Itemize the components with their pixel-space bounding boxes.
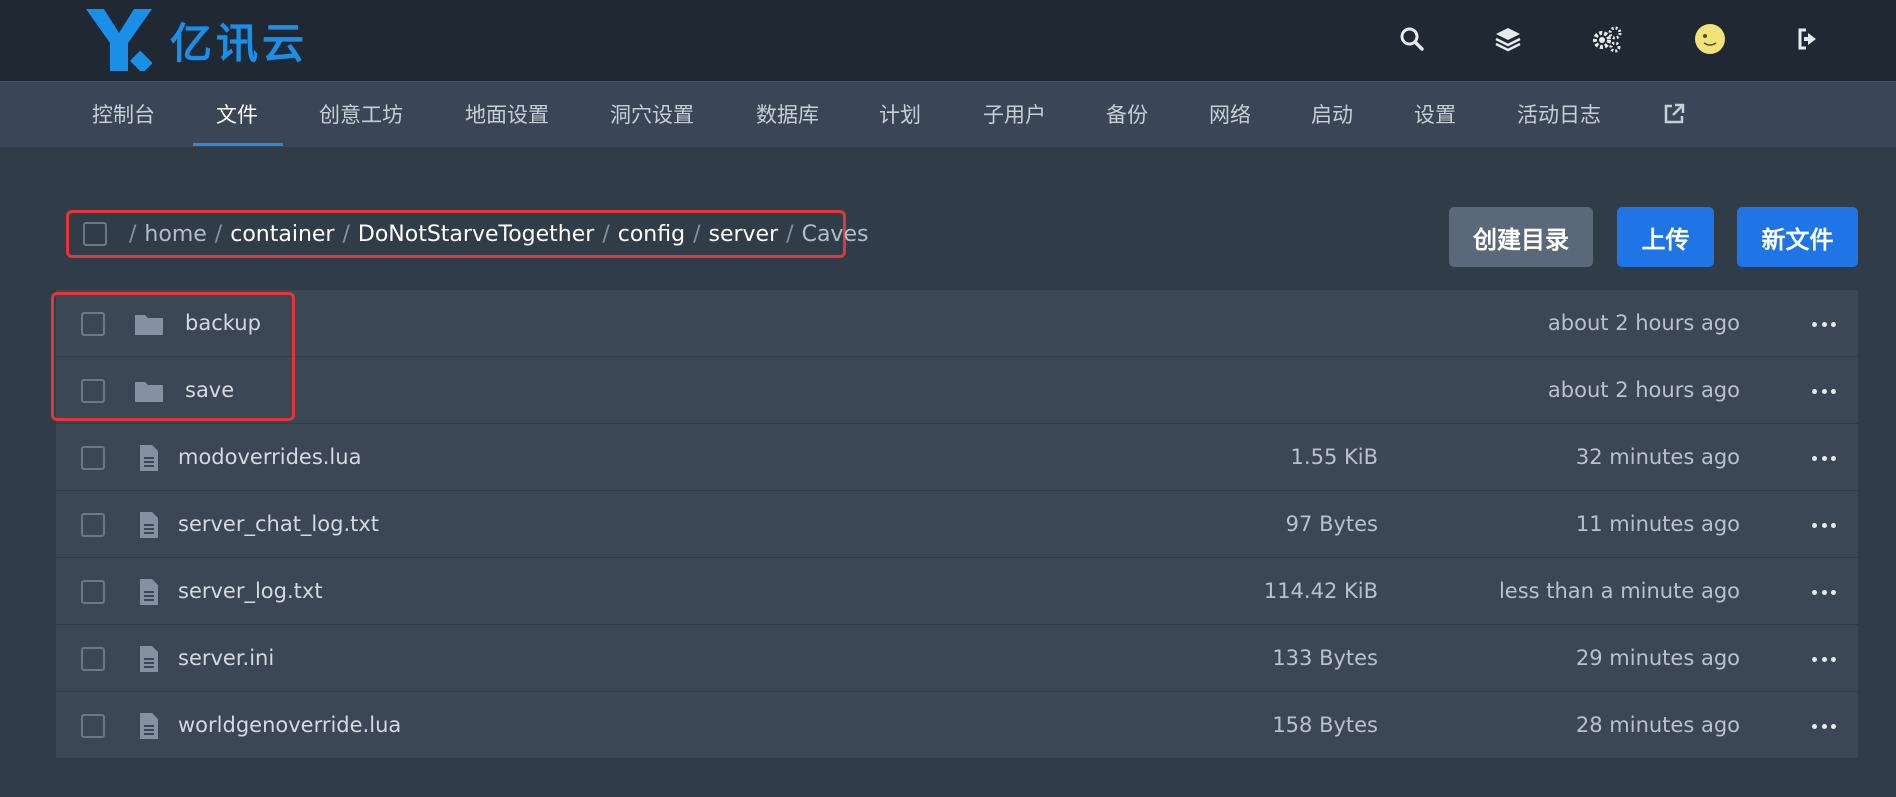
- nav-item-schedule[interactable]: 计划: [879, 82, 921, 148]
- row-checkbox[interactable]: [81, 513, 105, 537]
- nav-item-startup[interactable]: 启动: [1311, 82, 1353, 148]
- more-options-icon[interactable]: [1812, 381, 1836, 401]
- upload-button[interactable]: 上传: [1617, 207, 1714, 267]
- file-modified: 29 minutes ago: [1575, 646, 1740, 670]
- file-modified: less than a minute ago: [1498, 579, 1740, 603]
- row-checkbox[interactable]: [81, 647, 105, 671]
- more-options-icon[interactable]: [1812, 649, 1836, 669]
- create-directory-button[interactable]: 创建目录: [1449, 207, 1593, 267]
- nav-item-backup[interactable]: 备份: [1106, 82, 1148, 148]
- more-options-icon[interactable]: [1812, 448, 1836, 468]
- row-checkbox[interactable]: [81, 379, 105, 403]
- nav-item-files[interactable]: 文件: [216, 82, 258, 148]
- breadcrumb-segment-config[interactable]: config: [618, 222, 685, 247]
- gears-icon[interactable]: [1590, 22, 1624, 56]
- file-text-icon: [140, 579, 158, 605]
- file-name[interactable]: server_log.txt: [178, 558, 323, 625]
- more-options-icon[interactable]: [1812, 716, 1836, 736]
- nav-item-workshop[interactable]: 创意工坊: [319, 82, 403, 148]
- file-size: 158 Bytes: [1272, 713, 1378, 737]
- file-text-icon: [140, 445, 158, 471]
- breadcrumb-path: / home / container / DoNotStarveTogether…: [129, 221, 869, 247]
- nav-item-activity-log[interactable]: 活动日志: [1517, 82, 1601, 148]
- file-name[interactable]: save: [185, 357, 234, 424]
- more-options-icon[interactable]: [1812, 582, 1836, 602]
- file-text-icon: [140, 646, 158, 672]
- nav-item-database[interactable]: 数据库: [756, 82, 819, 148]
- logout-icon[interactable]: [1792, 22, 1826, 56]
- file-modified: 32 minutes ago: [1575, 445, 1740, 469]
- file-name[interactable]: worldgenoverride.lua: [178, 692, 401, 759]
- select-all-checkbox[interactable]: [83, 222, 107, 246]
- breadcrumb: / home / container / DoNotStarveTogether…: [66, 210, 868, 258]
- file-size: 1.55 KiB: [1290, 445, 1378, 469]
- breadcrumb-segment-home[interactable]: home: [144, 222, 206, 247]
- breadcrumb-segment-server[interactable]: server: [709, 222, 779, 247]
- logo[interactable]: 亿讯云: [86, 8, 308, 72]
- nav-item-settings[interactable]: 设置: [1414, 82, 1456, 148]
- logo-icon: [86, 9, 152, 71]
- file-text-icon: [140, 512, 158, 538]
- file-modified: 28 minutes ago: [1575, 713, 1740, 737]
- more-options-icon[interactable]: [1812, 515, 1836, 535]
- row-checkbox[interactable]: [81, 312, 105, 336]
- file-modified: about 2 hours ago: [1547, 311, 1740, 335]
- breadcrumb-segment-container[interactable]: container: [230, 222, 334, 247]
- file-size: 97 Bytes: [1285, 512, 1378, 536]
- file-row[interactable]: server.ini 133 Bytes 29 minutes ago: [56, 625, 1858, 692]
- breadcrumb-segment-dst[interactable]: DoNotStarveTogether: [358, 222, 594, 247]
- file-name[interactable]: server.ini: [178, 625, 274, 692]
- logo-text: 亿讯云: [170, 18, 309, 68]
- more-options-icon[interactable]: [1812, 314, 1836, 334]
- nav-item-ground-settings[interactable]: 地面设置: [465, 82, 549, 148]
- file-name[interactable]: server_chat_log.txt: [178, 491, 379, 558]
- nav-item-console[interactable]: 控制台: [92, 82, 155, 148]
- folder-icon: [135, 315, 163, 335]
- layers-icon[interactable]: [1491, 22, 1525, 56]
- breadcrumb-segment-caves: Caves: [801, 221, 869, 247]
- file-row[interactable]: modoverrides.lua 1.55 KiB 32 minutes ago: [56, 424, 1858, 491]
- top-header: 亿讯云: [0, 0, 1896, 81]
- file-modified: 11 minutes ago: [1575, 512, 1740, 536]
- file-row[interactable]: save about 2 hours ago: [56, 357, 1858, 424]
- avatar[interactable]: [1693, 22, 1727, 56]
- file-name[interactable]: modoverrides.lua: [178, 424, 361, 491]
- nav-item-network[interactable]: 网络: [1209, 82, 1251, 148]
- main-nav: 控制台 文件 创意工坊 地面设置 洞穴设置 数据库 计划 子用户 备份 网络 启…: [0, 81, 1896, 147]
- row-checkbox[interactable]: [81, 446, 105, 470]
- row-checkbox[interactable]: [81, 580, 105, 604]
- file-name[interactable]: backup: [185, 290, 261, 357]
- search-icon[interactable]: [1395, 22, 1429, 56]
- file-row[interactable]: worldgenoverride.lua 158 Bytes 28 minute…: [56, 692, 1858, 759]
- file-row[interactable]: server_log.txt 114.42 KiB less than a mi…: [56, 558, 1858, 625]
- file-size: 133 Bytes: [1272, 646, 1378, 670]
- file-row[interactable]: backup about 2 hours ago: [56, 290, 1858, 357]
- active-tab-indicator: [193, 143, 283, 146]
- row-checkbox[interactable]: [81, 714, 105, 738]
- nav-item-subusers[interactable]: 子用户: [983, 82, 1046, 148]
- nav-item-cave-settings[interactable]: 洞穴设置: [610, 82, 694, 148]
- file-list: backup about 2 hours ago save about 2 ho…: [56, 290, 1858, 759]
- file-size: 114.42 KiB: [1263, 579, 1378, 603]
- file-row[interactable]: server_chat_log.txt 97 Bytes 11 minutes …: [56, 491, 1858, 558]
- file-modified: about 2 hours ago: [1547, 378, 1740, 402]
- file-text-icon: [140, 713, 158, 739]
- new-file-button[interactable]: 新文件: [1737, 207, 1858, 267]
- external-link-icon[interactable]: [1662, 102, 1686, 128]
- folder-icon: [135, 382, 163, 402]
